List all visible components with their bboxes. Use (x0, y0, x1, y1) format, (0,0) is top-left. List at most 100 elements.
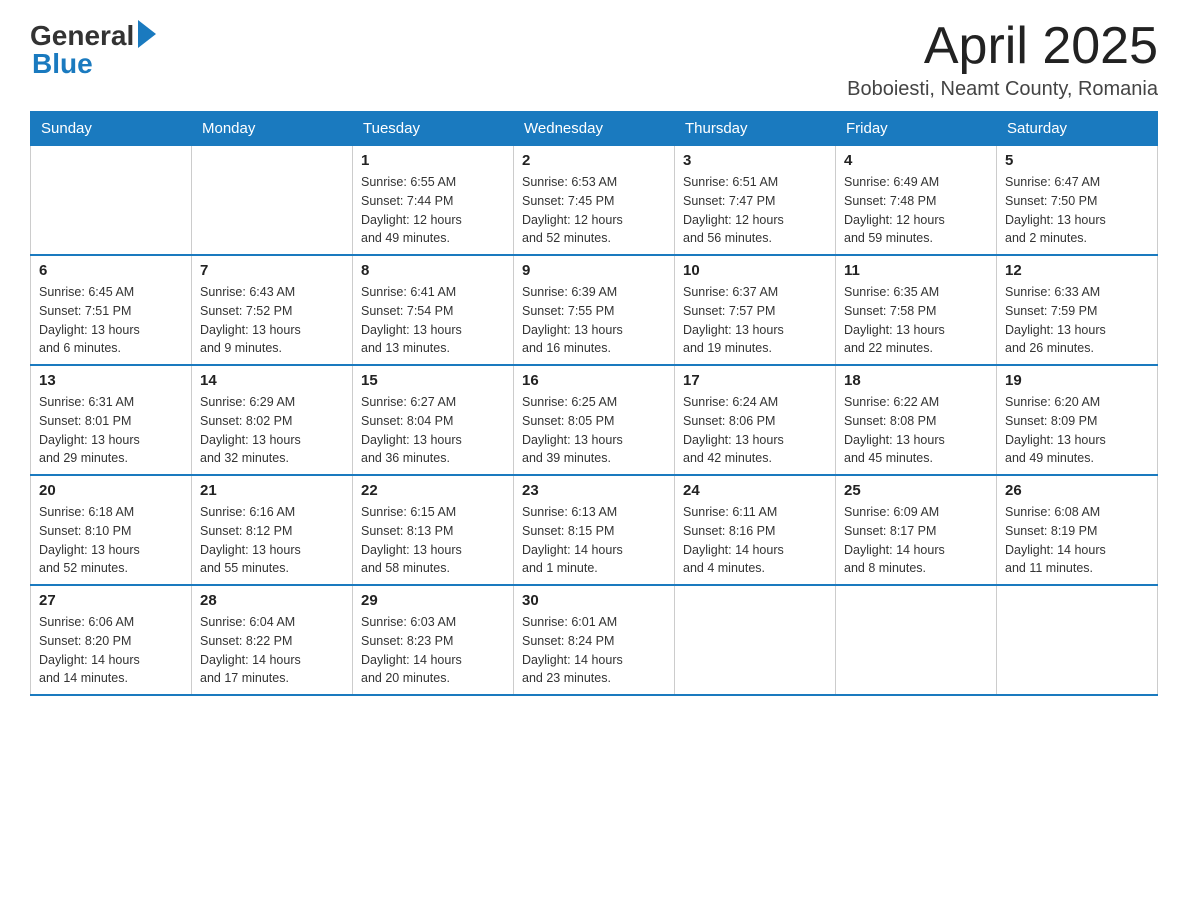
calendar-cell: 17 Sunrise: 6:24 AM Sunset: 8:06 PM Dayli… (675, 365, 836, 475)
month-title: April 2025 (847, 20, 1158, 72)
logo: General Blue (30, 20, 156, 80)
calendar-cell: 24 Sunrise: 6:11 AM Sunset: 8:16 PM Dayli… (675, 475, 836, 585)
calendar-week-row: 27 Sunrise: 6:06 AM Sunset: 8:20 PM Dayli… (31, 585, 1158, 695)
calendar-cell: 4 Sunrise: 6:49 AM Sunset: 7:48 PM Daylig… (836, 146, 997, 256)
day-number: 3 (683, 152, 827, 169)
day-number: 10 (683, 262, 827, 279)
day-number: 13 (39, 372, 183, 389)
calendar-cell: 3 Sunrise: 6:51 AM Sunset: 7:47 PM Daylig… (675, 146, 836, 256)
day-number: 27 (39, 592, 183, 609)
calendar-cell: 28 Sunrise: 6:04 AM Sunset: 8:22 PM Dayli… (192, 585, 353, 695)
calendar-cell: 5 Sunrise: 6:47 AM Sunset: 7:50 PM Daylig… (997, 146, 1158, 256)
calendar-cell: 8 Sunrise: 6:41 AM Sunset: 7:54 PM Daylig… (353, 255, 514, 365)
day-number: 29 (361, 592, 505, 609)
day-info: Sunrise: 6:09 AM Sunset: 8:17 PM Dayligh… (844, 503, 988, 578)
calendar-week-row: 1 Sunrise: 6:55 AM Sunset: 7:44 PM Daylig… (31, 146, 1158, 256)
calendar-week-row: 6Sunrise: 6:45 AM Sunset: 7:51 PM Daylig… (31, 255, 1158, 365)
calendar-cell: 12 Sunrise: 6:33 AM Sunset: 7:59 PM Dayli… (997, 255, 1158, 365)
day-number: 20 (39, 482, 183, 499)
calendar-cell: 26 Sunrise: 6:08 AM Sunset: 8:19 PM Dayli… (997, 475, 1158, 585)
day-info: Sunrise: 6:49 AM Sunset: 7:48 PM Dayligh… (844, 173, 988, 248)
title-section: April 2025 Boboiesti, Neamt County, Roma… (847, 20, 1158, 101)
calendar-cell: 7 Sunrise: 6:43 AM Sunset: 7:52 PM Daylig… (192, 255, 353, 365)
calendar-cell: 13 Sunrise: 6:31 AM Sunset: 8:01 PM Dayli… (31, 365, 192, 475)
calendar-cell: 21Sunrise: 6:16 AM Sunset: 8:12 PM Dayli… (192, 475, 353, 585)
day-number: 25 (844, 482, 988, 499)
day-number: 9 (522, 262, 666, 279)
day-info: Sunrise: 6:13 AM Sunset: 8:15 PM Dayligh… (522, 503, 666, 578)
calendar-cell: 20Sunrise: 6:18 AM Sunset: 8:10 PM Dayli… (31, 475, 192, 585)
weekday-header-sunday: Sunday (31, 112, 192, 146)
calendar-cell (192, 146, 353, 256)
calendar-cell: 27 Sunrise: 6:06 AM Sunset: 8:20 PM Dayli… (31, 585, 192, 695)
calendar-cell: 10 Sunrise: 6:37 AM Sunset: 7:57 PM Dayli… (675, 255, 836, 365)
day-info: Sunrise: 6:15 AM Sunset: 8:13 PM Dayligh… (361, 503, 505, 578)
day-info: Sunrise: 6:35 AM Sunset: 7:58 PM Dayligh… (844, 283, 988, 358)
calendar-cell: 29Sunrise: 6:03 AM Sunset: 8:23 PM Dayli… (353, 585, 514, 695)
day-number: 23 (522, 482, 666, 499)
calendar-header-row: SundayMondayTuesdayWednesdayThursdayFrid… (31, 112, 1158, 146)
day-number: 4 (844, 152, 988, 169)
day-info: Sunrise: 6:31 AM Sunset: 8:01 PM Dayligh… (39, 393, 183, 468)
calendar-cell (31, 146, 192, 256)
day-info: Sunrise: 6:08 AM Sunset: 8:19 PM Dayligh… (1005, 503, 1149, 578)
calendar-cell: 6Sunrise: 6:45 AM Sunset: 7:51 PM Daylig… (31, 255, 192, 365)
day-number: 2 (522, 152, 666, 169)
weekday-header-tuesday: Tuesday (353, 112, 514, 146)
day-info: Sunrise: 6:47 AM Sunset: 7:50 PM Dayligh… (1005, 173, 1149, 248)
day-info: Sunrise: 6:22 AM Sunset: 8:08 PM Dayligh… (844, 393, 988, 468)
day-info: Sunrise: 6:45 AM Sunset: 7:51 PM Dayligh… (39, 283, 183, 358)
day-number: 19 (1005, 372, 1149, 389)
calendar-cell: 18 Sunrise: 6:22 AM Sunset: 8:08 PM Dayli… (836, 365, 997, 475)
calendar-table: SundayMondayTuesdayWednesdayThursdayFrid… (30, 111, 1158, 696)
day-number: 17 (683, 372, 827, 389)
day-number: 30 (522, 592, 666, 609)
calendar-week-row: 20Sunrise: 6:18 AM Sunset: 8:10 PM Dayli… (31, 475, 1158, 585)
calendar-cell: 2 Sunrise: 6:53 AM Sunset: 7:45 PM Daylig… (514, 146, 675, 256)
day-number: 22 (361, 482, 505, 499)
calendar-cell (997, 585, 1158, 695)
day-info: Sunrise: 6:55 AM Sunset: 7:44 PM Dayligh… (361, 173, 505, 248)
day-number: 15 (361, 372, 505, 389)
calendar-cell: 1 Sunrise: 6:55 AM Sunset: 7:44 PM Daylig… (353, 146, 514, 256)
weekday-header-monday: Monday (192, 112, 353, 146)
day-info: Sunrise: 6:04 AM Sunset: 8:22 PM Dayligh… (200, 613, 344, 688)
weekday-header-saturday: Saturday (997, 112, 1158, 146)
calendar-cell: 14Sunrise: 6:29 AM Sunset: 8:02 PM Dayli… (192, 365, 353, 475)
day-info: Sunrise: 6:43 AM Sunset: 7:52 PM Dayligh… (200, 283, 344, 358)
weekday-header-friday: Friday (836, 112, 997, 146)
day-info: Sunrise: 6:37 AM Sunset: 7:57 PM Dayligh… (683, 283, 827, 358)
calendar-cell: 25 Sunrise: 6:09 AM Sunset: 8:17 PM Dayli… (836, 475, 997, 585)
calendar-cell: 19Sunrise: 6:20 AM Sunset: 8:09 PM Dayli… (997, 365, 1158, 475)
day-number: 11 (844, 262, 988, 279)
calendar-cell: 30 Sunrise: 6:01 AM Sunset: 8:24 PM Dayli… (514, 585, 675, 695)
day-number: 7 (200, 262, 344, 279)
day-info: Sunrise: 6:53 AM Sunset: 7:45 PM Dayligh… (522, 173, 666, 248)
day-number: 18 (844, 372, 988, 389)
day-number: 8 (361, 262, 505, 279)
day-info: Sunrise: 6:51 AM Sunset: 7:47 PM Dayligh… (683, 173, 827, 248)
day-number: 26 (1005, 482, 1149, 499)
day-info: Sunrise: 6:41 AM Sunset: 7:54 PM Dayligh… (361, 283, 505, 358)
calendar-cell: 16Sunrise: 6:25 AM Sunset: 8:05 PM Dayli… (514, 365, 675, 475)
day-info: Sunrise: 6:24 AM Sunset: 8:06 PM Dayligh… (683, 393, 827, 468)
day-info: Sunrise: 6:29 AM Sunset: 8:02 PM Dayligh… (200, 393, 344, 468)
calendar-cell: 15 Sunrise: 6:27 AM Sunset: 8:04 PM Dayli… (353, 365, 514, 475)
day-number: 21 (200, 482, 344, 499)
day-number: 1 (361, 152, 505, 169)
day-number: 12 (1005, 262, 1149, 279)
day-info: Sunrise: 6:06 AM Sunset: 8:20 PM Dayligh… (39, 613, 183, 688)
day-info: Sunrise: 6:33 AM Sunset: 7:59 PM Dayligh… (1005, 283, 1149, 358)
calendar-cell: 22 Sunrise: 6:15 AM Sunset: 8:13 PM Dayli… (353, 475, 514, 585)
weekday-header-wednesday: Wednesday (514, 112, 675, 146)
day-number: 5 (1005, 152, 1149, 169)
day-info: Sunrise: 6:01 AM Sunset: 8:24 PM Dayligh… (522, 613, 666, 688)
day-info: Sunrise: 6:11 AM Sunset: 8:16 PM Dayligh… (683, 503, 827, 578)
calendar-cell: 11 Sunrise: 6:35 AM Sunset: 7:58 PM Dayli… (836, 255, 997, 365)
day-number: 24 (683, 482, 827, 499)
calendar-cell (675, 585, 836, 695)
day-number: 28 (200, 592, 344, 609)
logo-blue-text: Blue (30, 48, 93, 80)
day-info: Sunrise: 6:27 AM Sunset: 8:04 PM Dayligh… (361, 393, 505, 468)
calendar-cell (836, 585, 997, 695)
